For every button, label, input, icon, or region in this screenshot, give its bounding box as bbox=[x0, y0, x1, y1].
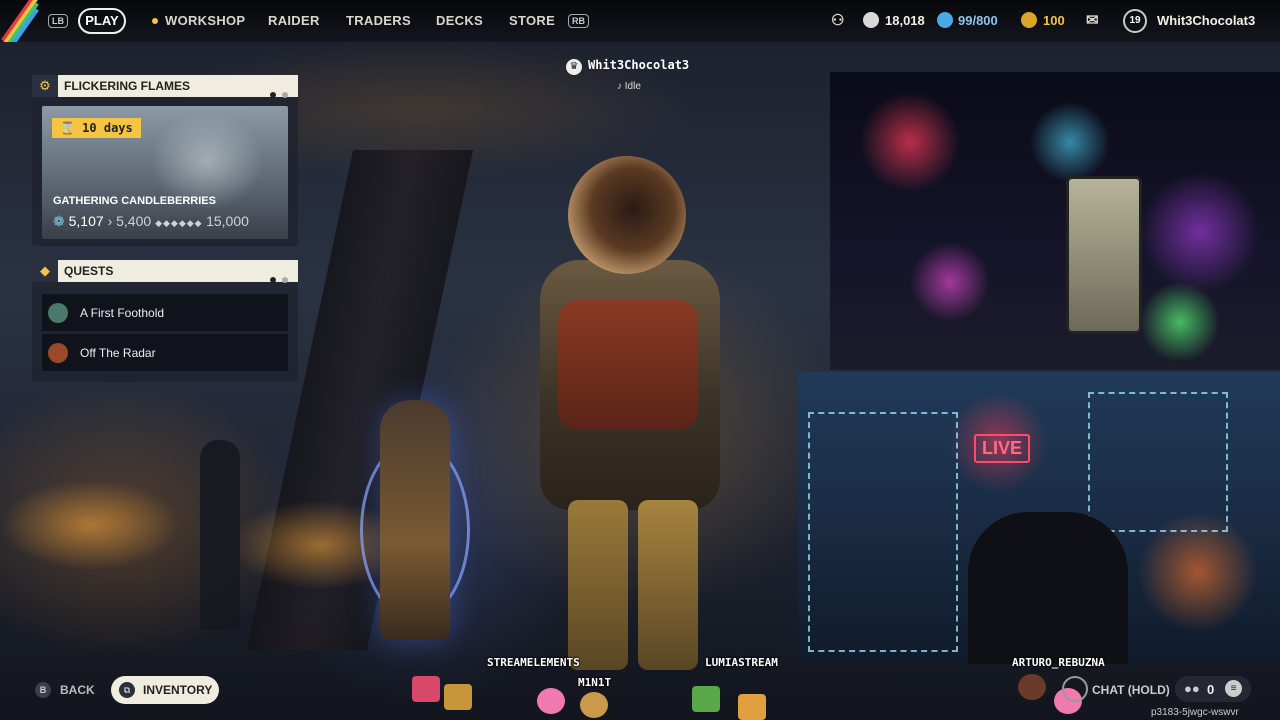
pixel-sprite bbox=[1018, 674, 1046, 700]
quests-panel-title: QUESTS bbox=[58, 260, 298, 283]
rb-button-hint: RB bbox=[568, 14, 589, 28]
event-timer: ⌛ 10 days bbox=[52, 118, 141, 138]
overlay-label: ARTURO_REBUZNA bbox=[1012, 656, 1105, 669]
tab-decks[interactable]: DECKS bbox=[436, 13, 483, 28]
tab-raider[interactable]: RAIDER bbox=[268, 13, 320, 28]
page-dots bbox=[264, 268, 288, 290]
quest-giver-icon bbox=[48, 343, 68, 363]
pixel-sprite bbox=[692, 686, 720, 712]
chat-icon bbox=[1062, 676, 1088, 702]
view-button-icon: ⧉ bbox=[119, 682, 135, 698]
overlay-label: LUMIASTREAM bbox=[705, 656, 778, 669]
candleberry-icon: ❁ bbox=[53, 213, 65, 229]
webcam-streamer: LIVE bbox=[798, 372, 1280, 664]
tab-workshop[interactable]: WORKSHOP bbox=[165, 13, 245, 28]
crown-icon: ♛ bbox=[566, 59, 582, 75]
notification-dot-icon bbox=[152, 18, 158, 24]
phone bbox=[1066, 176, 1142, 334]
social-icon[interactable]: ⚇ bbox=[831, 11, 845, 29]
gear-icon: ⚙ bbox=[32, 75, 58, 97]
menu-icon[interactable]: ≡ bbox=[1225, 680, 1242, 697]
webcam-desk bbox=[830, 72, 1280, 370]
pixel-sprite bbox=[444, 684, 472, 710]
player-level-badge: 19 bbox=[1123, 9, 1147, 33]
mail-icon[interactable]: ✉ bbox=[1086, 11, 1099, 29]
friends-count: 0 bbox=[1207, 682, 1215, 697]
creds-icon bbox=[1021, 12, 1037, 28]
player-character bbox=[520, 150, 740, 670]
tab-traders[interactable]: TRADERS bbox=[346, 13, 411, 28]
event-progress: ❁ 5,107 › 5,400 ◆◆◆◆◆◆ 15,000 bbox=[53, 213, 249, 229]
candle-glow bbox=[0, 480, 180, 570]
coins-icon bbox=[863, 12, 879, 28]
tokens-value: 99/800 bbox=[958, 13, 998, 28]
brand-stripes bbox=[0, 0, 40, 42]
session-id: p3183-5jwgc-wswvr bbox=[1151, 707, 1239, 718]
overlay-label: M1N1T bbox=[578, 676, 612, 689]
event-card[interactable]: ⌛ 10 days GATHERING CANDLEBERRIES ❁ 5,10… bbox=[42, 106, 288, 239]
tokens-icon bbox=[937, 12, 953, 28]
friends-icon: ●● bbox=[1184, 681, 1200, 696]
pixel-sprite bbox=[738, 694, 766, 720]
friends-button[interactable]: ●● 0 ≡ bbox=[1175, 676, 1251, 702]
page-dots bbox=[264, 83, 288, 105]
overlay-label: STREAMELEMENTS bbox=[487, 656, 580, 669]
username-label[interactable]: Whit3Chocolat3 bbox=[1157, 13, 1255, 28]
chat-button[interactable]: CHAT (HOLD) bbox=[1092, 683, 1170, 697]
back-button[interactable]: BACK bbox=[60, 683, 95, 697]
tab-store[interactable]: STORE bbox=[509, 13, 555, 28]
quest-item[interactable]: A First Foothold bbox=[42, 293, 288, 331]
event-panel: ⚙ FLICKERING FLAMES ⌛ 10 days GATHERING … bbox=[32, 75, 298, 246]
lb-button-hint: LB bbox=[48, 14, 68, 28]
npc-silhouette bbox=[200, 440, 240, 630]
event-name: GATHERING CANDLEBERRIES bbox=[53, 195, 216, 207]
quests-panel: ◆ QUESTS A First Foothold Off The Radar bbox=[32, 260, 298, 382]
event-panel-title: FLICKERING FLAMES bbox=[58, 75, 298, 98]
quest-giver-icon bbox=[48, 303, 68, 323]
inventory-button[interactable]: ⧉ INVENTORY bbox=[111, 676, 219, 704]
quest-item[interactable]: Off The Radar bbox=[42, 333, 288, 371]
top-navigation-bar: LB PLAY WORKSHOP RAIDER TRADERS DECKS ST… bbox=[0, 0, 1280, 42]
coins-value: 18,018 bbox=[885, 13, 925, 28]
npc-figure bbox=[380, 400, 450, 640]
pixel-sprite bbox=[537, 688, 565, 714]
b-button-icon: B bbox=[35, 682, 51, 698]
gaming-chair bbox=[968, 512, 1128, 664]
quest-diamond-icon: ◆ bbox=[32, 260, 58, 282]
creds-value: 100 bbox=[1043, 13, 1065, 28]
pixel-sprite bbox=[412, 676, 440, 702]
player-status: ♪ Idle bbox=[617, 81, 641, 92]
player-name-tag: Whit3Chocolat3 bbox=[588, 58, 690, 72]
tab-play[interactable]: PLAY bbox=[78, 8, 126, 34]
live-sign: LIVE bbox=[974, 434, 1031, 463]
pixel-sprite bbox=[580, 692, 608, 718]
